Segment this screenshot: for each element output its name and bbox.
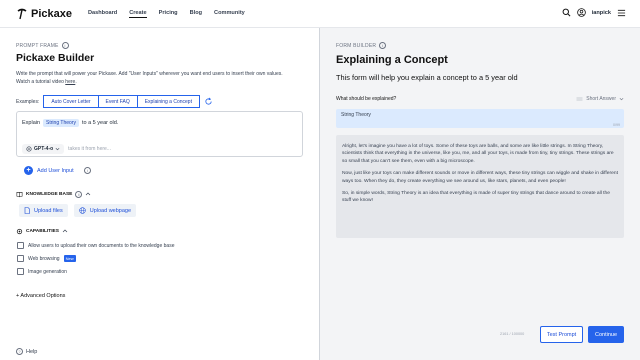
info-icon[interactable]: i [61, 42, 69, 49]
description-line1: Write the prompt that will power your Pi… [16, 71, 283, 77]
prompt-suffix: to a 5 year old. [81, 120, 119, 126]
checkbox[interactable] [17, 255, 24, 262]
prompt-description: Write the prompt that will power your Pi… [16, 71, 311, 86]
add-user-input-button[interactable]: + Add User Input i [24, 166, 91, 175]
top-right-actions: ianpick [562, 8, 626, 17]
checkbox[interactable] [17, 268, 24, 275]
knowledge-base-label: KNOWLEDGE BASE [26, 192, 73, 197]
nav-dashboard[interactable]: Dashboard [88, 10, 117, 18]
capability-label: Web browsing [28, 255, 60, 262]
prompt-text: Explain String Theory to a 5 year old. [22, 119, 118, 127]
knowledge-base-buttons: Upload files Upload webpage [19, 204, 137, 217]
globe-icon [79, 207, 86, 214]
examples-row: Examples: Auto Cover Letter Event FAQ Ex… [16, 95, 213, 108]
upload-files-button[interactable]: Upload files [19, 204, 68, 217]
search-icon[interactable] [562, 8, 571, 17]
example-event-faq[interactable]: Event FAQ [98, 95, 138, 108]
page-title: Pickaxe Builder [16, 52, 95, 64]
checkbox[interactable] [17, 242, 24, 249]
answer-type-selector[interactable]: Short Answer [576, 96, 624, 102]
file-icon [24, 207, 30, 214]
info-icon[interactable]: i [83, 167, 91, 174]
description-suffix: . [75, 78, 77, 85]
capability-image-generation[interactable]: Image generation [17, 268, 67, 275]
plus-icon: + [24, 166, 33, 175]
main-nav: Dashboard Create Pricing Blog Community [88, 10, 245, 18]
model-gear-icon [26, 146, 32, 152]
help-link[interactable]: ? Help [16, 348, 37, 355]
char-count: 0/99 [613, 123, 620, 127]
model-selector[interactable]: GPT-4-o [22, 144, 65, 155]
advanced-options-link[interactable]: + Advanced Options [16, 293, 65, 299]
form-builder-panel: FORM BUILDER i Explaining a Concept This… [320, 28, 640, 360]
nav-community[interactable]: Community [214, 10, 245, 18]
capability-upload-documents[interactable]: Allow users to upload their own document… [17, 242, 174, 249]
continue-button[interactable]: Continue [588, 326, 624, 343]
new-badge: New [63, 255, 76, 262]
drag-handle-icon[interactable] [576, 96, 583, 102]
chevron-up-icon[interactable] [62, 229, 68, 234]
output-box: Alright, let's imagine you have a lot of… [336, 135, 624, 238]
pickaxe-icon [16, 8, 28, 20]
info-icon[interactable]: i [75, 191, 83, 198]
logo[interactable]: Pickaxe [16, 8, 72, 20]
menu-icon[interactable] [617, 9, 626, 17]
question-label: What should be explained? [336, 96, 397, 102]
model-placeholder: takes it from here... [68, 146, 111, 153]
examples-label: Examples: [16, 98, 40, 105]
tutorial-link[interactable]: here [65, 79, 75, 85]
chevron-up-icon[interactable] [85, 192, 91, 197]
prompt-prefix: Explain [22, 120, 41, 126]
chevron-down-icon [619, 96, 624, 102]
description-prefix: Watch a tutorial video [16, 78, 66, 85]
help-icon: ? [16, 348, 23, 355]
capabilities-label: CAPABILITIES [26, 229, 59, 234]
capabilities-header: CAPABILITIES [16, 228, 68, 235]
logo-text: Pickaxe [31, 7, 72, 20]
capability-web-browsing[interactable]: Web browsing New [17, 255, 76, 262]
prompt-frame-label: PROMPT FRAME i [16, 42, 69, 49]
output-paragraph: Alright, let's imagine you have a lot of… [342, 144, 614, 164]
nav-blog[interactable]: Blog [190, 10, 202, 18]
top-nav-bar: Pickaxe Dashboard Create Pricing Blog Co… [0, 0, 640, 28]
prompt-frame-label-text: PROMPT FRAME [16, 42, 59, 49]
answer-type-label: Short Answer [586, 96, 616, 102]
example-explaining-a-concept[interactable]: Explaining a Concept [137, 95, 200, 108]
capability-label: Image generation [28, 268, 67, 275]
help-label: Help [26, 348, 38, 355]
info-icon[interactable]: i [379, 42, 387, 49]
book-icon [16, 191, 23, 198]
output-paragraph: Now, just like your toys can make differ… [342, 171, 618, 184]
test-prompt-button[interactable]: Test Prompt [540, 326, 583, 343]
nav-pricing[interactable]: Pricing [159, 10, 178, 18]
prompt-editor[interactable]: Explain String Theory to a 5 year old. G… [16, 111, 303, 157]
chevron-down-icon [55, 146, 60, 152]
form-builder-label: FORM BUILDER i [336, 42, 387, 49]
form-subtitle: This form will help you explain a concep… [336, 73, 518, 82]
add-user-input-label: Add User Input [37, 167, 74, 174]
reset-icon[interactable] [204, 97, 213, 106]
model-name: GPT-4-o [34, 146, 54, 153]
form-title: Explaining a Concept [336, 54, 448, 66]
example-auto-cover-letter[interactable]: Auto Cover Letter [43, 95, 99, 108]
answer-input[interactable]: String Theory [336, 109, 624, 128]
knowledge-base-header: KNOWLEDGE BASE i [16, 191, 91, 198]
user-input-chip[interactable]: String Theory [43, 119, 79, 127]
upload-webpage-label: Upload webpage [89, 207, 132, 214]
capability-label: Allow users to upload their own document… [28, 242, 175, 249]
token-count: 2161 / 100000 [500, 332, 525, 336]
form-builder-label-text: FORM BUILDER [336, 42, 377, 49]
upload-webpage-button[interactable]: Upload webpage [73, 204, 137, 217]
gear-icon [16, 228, 23, 235]
model-row: GPT-4-o takes it from here... [22, 144, 111, 155]
upload-files-label: Upload files [34, 207, 63, 214]
user-icon[interactable] [576, 8, 586, 17]
nav-create[interactable]: Create [129, 10, 147, 18]
output-paragraph: So, in simple words, String Theory is an… [342, 191, 610, 204]
username[interactable]: ianpick [592, 10, 611, 16]
